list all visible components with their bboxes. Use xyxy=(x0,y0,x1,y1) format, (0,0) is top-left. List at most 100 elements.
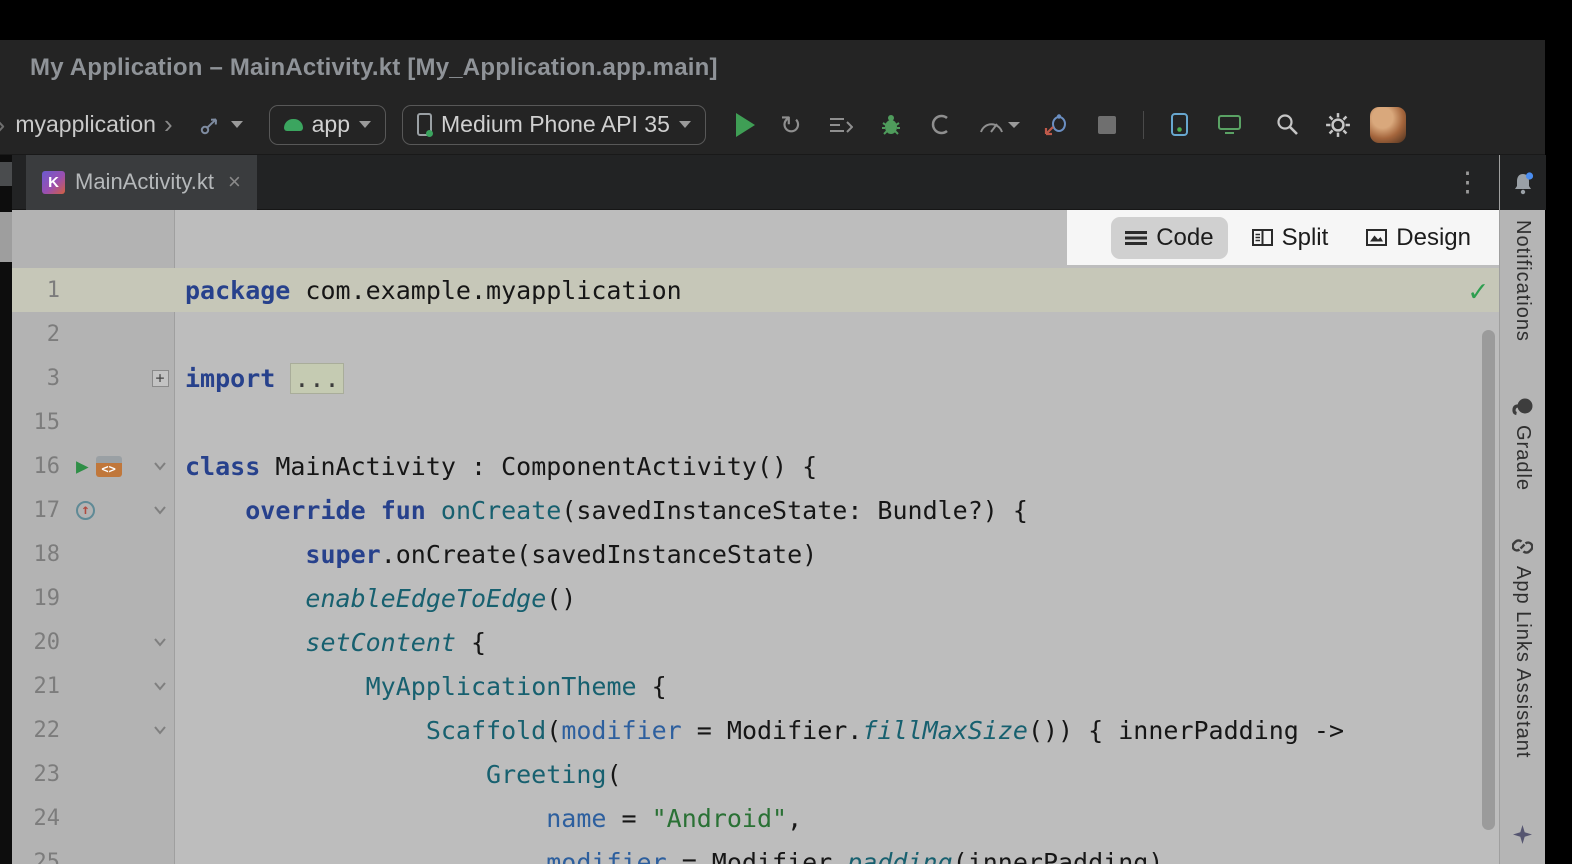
line-number: 3 xyxy=(12,366,60,391)
stripe-item-gradle[interactable]: Gradle xyxy=(1511,397,1535,491)
line-number: 21 xyxy=(12,674,60,699)
editor-scrollbar[interactable] xyxy=(1482,330,1495,830)
debug-button[interactable] xyxy=(877,113,905,136)
running-devices-button[interactable] xyxy=(1216,114,1244,135)
apply-changes-button[interactable]: ↻ xyxy=(777,112,805,138)
code-line: 18 super.onCreate(savedInstanceState) xyxy=(12,532,1499,576)
code-text: super.onCreate(savedInstanceState) xyxy=(175,540,817,569)
view-option-code[interactable]: Code xyxy=(1111,217,1227,259)
left-tool-stripe-fragment xyxy=(0,155,12,864)
chevron-down-icon xyxy=(1008,122,1020,128)
line-number: 17 xyxy=(12,498,60,523)
ai-assistant-button[interactable] xyxy=(1512,824,1533,850)
fold-chevron-icon[interactable] xyxy=(153,505,167,515)
attach-debugger-button[interactable] xyxy=(1043,113,1071,136)
tab-label: MainActivity.kt xyxy=(75,169,214,195)
code-line: 23 Greeting( xyxy=(12,752,1499,796)
running-devices-icon xyxy=(1217,114,1242,135)
left-stripe-fragment-icon xyxy=(0,212,12,262)
notifications-button[interactable] xyxy=(1500,155,1546,210)
main-area: K MainActivity.kt × ⋮ Code Spl xyxy=(0,155,1545,864)
fold-expand-icon[interactable]: + xyxy=(152,370,169,387)
stop-button[interactable] xyxy=(1093,116,1121,134)
code-text: setContent { xyxy=(175,628,486,657)
stripe-item-notifications[interactable]: Notifications xyxy=(1511,220,1534,342)
debug-bug-icon xyxy=(880,113,902,136)
profiler-button[interactable] xyxy=(927,113,955,136)
code-line: 24 name = "Android", xyxy=(12,796,1499,840)
line-number: 25 xyxy=(12,850,60,864)
code-text: MyApplicationTheme { xyxy=(175,672,667,701)
line-number: 20 xyxy=(12,630,60,655)
run-configuration-select[interactable]: app xyxy=(269,105,386,145)
code-line: 16▶<>class MainActivity : ComponentActiv… xyxy=(12,444,1499,488)
chevron-right-icon: › xyxy=(164,109,173,140)
fold-marker xyxy=(145,637,175,647)
code-text: package com.example.myapplication xyxy=(175,276,682,305)
tab-close-icon[interactable]: × xyxy=(228,169,241,195)
device-label: Medium Phone API 35 xyxy=(441,111,670,138)
code-text: modifier = Modifier.padding(innerPadding… xyxy=(175,848,1163,864)
profile-app-button[interactable] xyxy=(977,116,1021,134)
code-line: 25 modifier = Modifier.padding(innerPadd… xyxy=(12,840,1499,864)
fold-chevron-icon[interactable] xyxy=(153,461,167,471)
settings-button[interactable] xyxy=(1324,112,1352,138)
line-number: 15 xyxy=(12,410,60,435)
stripe-item-app-links[interactable]: App Links Assistant xyxy=(1511,536,1534,758)
user-avatar[interactable] xyxy=(1370,107,1406,143)
editor-tab-mainactivity[interactable]: K MainActivity.kt × xyxy=(26,155,257,210)
run-gutter-icon[interactable]: ▶ xyxy=(76,456,89,477)
code-text: override fun onCreate(savedInstanceState… xyxy=(175,496,1028,525)
code-text: Scaffold(modifier = Modifier.fillMaxSize… xyxy=(175,716,1344,745)
view-option-label: Split xyxy=(1282,224,1329,252)
fold-marker xyxy=(145,505,175,515)
code-editor[interactable]: Code Split Design 1 package com.example.m… xyxy=(12,210,1499,864)
fold-chevron-icon[interactable] xyxy=(153,725,167,735)
fold-marker xyxy=(145,725,175,735)
code-line: 22 Scaffold(modifier = Modifier.fillMaxS… xyxy=(12,708,1499,752)
split-view-icon xyxy=(1252,229,1273,246)
attach-debugger-icon xyxy=(1044,113,1069,136)
kebab-menu-icon[interactable]: ⋮ xyxy=(1454,167,1481,198)
device-manager-icon xyxy=(1168,112,1191,137)
view-option-split[interactable]: Split xyxy=(1238,217,1343,259)
gradle-icon xyxy=(1511,397,1535,416)
right-tool-stripe: Notifications Gradle App Links Assistant xyxy=(1499,155,1545,864)
chevron-down-icon xyxy=(231,121,243,128)
profiler-icon xyxy=(929,113,952,136)
vcs-branch-icon xyxy=(199,113,223,137)
device-select[interactable]: Medium Phone API 35 xyxy=(402,105,706,145)
line-number: 2 xyxy=(12,322,60,347)
override-gutter-icon[interactable]: ↑ xyxy=(76,501,95,520)
line-number: 24 xyxy=(12,806,60,831)
code-line: 19 enableEdgeToEdge() xyxy=(12,576,1499,620)
project-breadcrumb[interactable]: myapplication xyxy=(15,111,156,138)
editor-column: K MainActivity.kt × ⋮ Code Spl xyxy=(12,155,1499,864)
compose-gutter-icon[interactable]: <> xyxy=(96,456,122,477)
line-number: 18 xyxy=(12,542,60,567)
title-bar: My Application – MainActivity.kt [My_App… xyxy=(0,40,1545,95)
apply-code-changes-button[interactable] xyxy=(827,115,855,135)
bell-icon xyxy=(1512,171,1534,195)
fold-chevron-icon[interactable] xyxy=(153,637,167,647)
fold-marker xyxy=(145,461,175,471)
code-line: 20 setContent { xyxy=(12,620,1499,664)
gutter-icons: ▶ <> xyxy=(60,456,145,477)
inspection-check-icon[interactable]: ✓ xyxy=(1469,274,1487,309)
search-everywhere-button[interactable] xyxy=(1274,112,1302,137)
line-number: 1 xyxy=(12,278,60,303)
editor-tab-bar: K MainActivity.kt × ⋮ xyxy=(12,155,1499,210)
code-text: enableEdgeToEdge() xyxy=(175,584,576,613)
toolbar-separator xyxy=(1143,111,1144,139)
left-stripe-fragment-icon xyxy=(0,162,12,186)
vcs-widget-button[interactable] xyxy=(199,113,243,137)
line-number: 19 xyxy=(12,586,60,611)
device-manager-button[interactable] xyxy=(1166,112,1194,137)
view-option-design[interactable]: Design xyxy=(1352,217,1485,259)
run-button[interactable] xyxy=(736,113,755,137)
settings-gear-icon xyxy=(1325,112,1351,138)
editor-view-switcher: Code Split Design xyxy=(1067,210,1499,265)
fold-chevron-icon[interactable] xyxy=(153,681,167,691)
code-text: Greeting( xyxy=(175,760,622,789)
line-number: 23 xyxy=(12,762,60,787)
